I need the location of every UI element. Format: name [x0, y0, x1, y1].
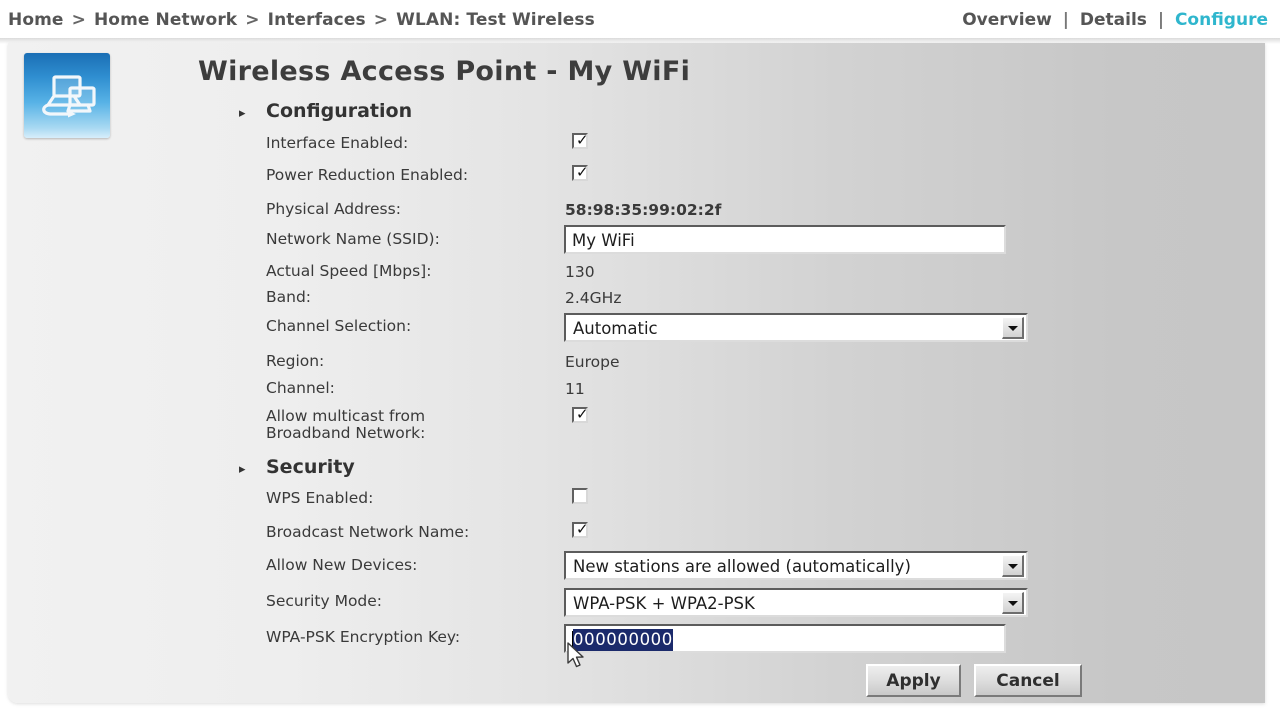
breadcrumb-separator: > — [373, 10, 389, 30]
allow-multicast-label-line1: Allow multicast from — [266, 407, 426, 425]
allow-new-devices-dropdown[interactable]: New stations are allowed (automatically) — [564, 551, 1028, 580]
wps-enabled-checkbox[interactable] — [572, 488, 588, 504]
channel-value: 11 — [565, 380, 585, 398]
physical-address-label: Physical Address: — [266, 200, 401, 218]
chevron-down-icon[interactable] — [1002, 592, 1024, 614]
chevron-down-icon[interactable] — [1002, 317, 1024, 339]
security-mode-value: WPA-PSK + WPA2-PSK — [573, 594, 755, 613]
checkmark-icon: ✓ — [576, 131, 589, 149]
top-navigation-bar: Home > Home Network > Interfaces > WLAN:… — [0, 0, 1280, 38]
wps-enabled-label: WPS Enabled: — [266, 489, 374, 507]
breadcrumb-separator: > — [71, 10, 86, 30]
checkmark-icon — [576, 488, 588, 502]
checkmark-icon: ✓ — [576, 405, 589, 423]
band-label: Band: — [266, 288, 312, 306]
security-mode-label: Security Mode: — [266, 592, 383, 610]
router-config-page: Home > Home Network > Interfaces > WLAN:… — [0, 0, 1280, 720]
interface-enabled-label: Interface Enabled: — [266, 134, 409, 152]
channel-label: Channel: — [266, 379, 335, 397]
security-section-title: Security — [266, 456, 355, 478]
breadcrumb-item-home[interactable]: Home — [8, 10, 64, 30]
power-reduction-enabled-checkbox[interactable]: ✓ — [572, 163, 589, 181]
checkmark-icon: ✓ — [576, 520, 589, 538]
region-label: Region: — [266, 352, 325, 370]
network-name-ssid-input[interactable]: My WiFi — [564, 225, 1006, 254]
channel-selection-value: Automatic — [573, 319, 658, 338]
region-value: Europe — [565, 353, 620, 371]
configuration-section-title: Configuration — [266, 100, 413, 122]
form-content: Wireless Access Point - My WiFi ▸ Config… — [8, 43, 1265, 703]
apply-button[interactable]: Apply — [866, 664, 961, 697]
broadcast-network-name-label: Broadcast Network Name: — [266, 523, 470, 541]
physical-address-value: 58:98:35:99:02:2f — [565, 201, 722, 219]
channel-selection-label: Channel Selection: — [266, 317, 412, 335]
interface-enabled-checkbox[interactable]: ✓ — [572, 131, 589, 149]
breadcrumb-item-wlan[interactable]: WLAN: Test Wireless — [396, 10, 595, 30]
security-section-arrow-icon[interactable]: ▸ — [239, 463, 246, 476]
wpa-psk-encryption-key-input[interactable]: 000000000 — [564, 624, 1006, 653]
nav-separator: | — [1062, 10, 1069, 30]
nav-link-details[interactable]: Details — [1080, 10, 1147, 30]
cancel-button[interactable]: Cancel — [974, 664, 1082, 697]
allow-new-devices-label: Allow New Devices: — [266, 556, 418, 574]
allow-new-devices-value: New stations are allowed (automatically) — [573, 557, 911, 576]
actual-speed-label: Actual Speed [Mbps]: — [266, 262, 432, 280]
broadcast-network-name-checkbox[interactable]: ✓ — [572, 520, 589, 538]
channel-selection-dropdown[interactable]: Automatic — [564, 313, 1028, 342]
network-name-ssid-label: Network Name (SSID): — [266, 230, 440, 248]
breadcrumb: Home > Home Network > Interfaces > WLAN:… — [8, 10, 595, 30]
nav-separator: | — [1157, 10, 1165, 30]
breadcrumb-separator: > — [245, 10, 260, 30]
mouse-cursor — [566, 642, 588, 672]
content-panel: Wireless Access Point - My WiFi ▸ Config… — [8, 43, 1265, 703]
page-title: Wireless Access Point - My WiFi — [198, 56, 691, 87]
configuration-section-arrow-icon[interactable]: ▸ — [239, 107, 246, 120]
breadcrumb-item-interfaces[interactable]: Interfaces — [268, 10, 366, 30]
arrow-pointer-icon — [567, 642, 584, 668]
nav-link-configure[interactable]: Configure — [1175, 10, 1268, 30]
power-reduction-enabled-label: Power Reduction Enabled: — [266, 166, 469, 184]
view-mode-links: Overview | Details | Configure — [962, 10, 1268, 30]
band-value: 2.4GHz — [565, 289, 622, 307]
wpa-psk-encryption-key-label: WPA-PSK Encryption Key: — [266, 628, 461, 646]
chevron-down-icon[interactable] — [1002, 555, 1024, 577]
actual-speed-value: 130 — [565, 263, 595, 281]
breadcrumb-item-home-network[interactable]: Home Network — [94, 10, 237, 30]
checkmark-icon: ✓ — [576, 163, 589, 181]
allow-multicast-label-line2: Broadband Network: — [266, 424, 426, 442]
nav-link-overview[interactable]: Overview — [962, 10, 1052, 30]
allow-multicast-checkbox[interactable]: ✓ — [572, 405, 589, 423]
security-mode-dropdown[interactable]: WPA-PSK + WPA2-PSK — [564, 588, 1028, 617]
